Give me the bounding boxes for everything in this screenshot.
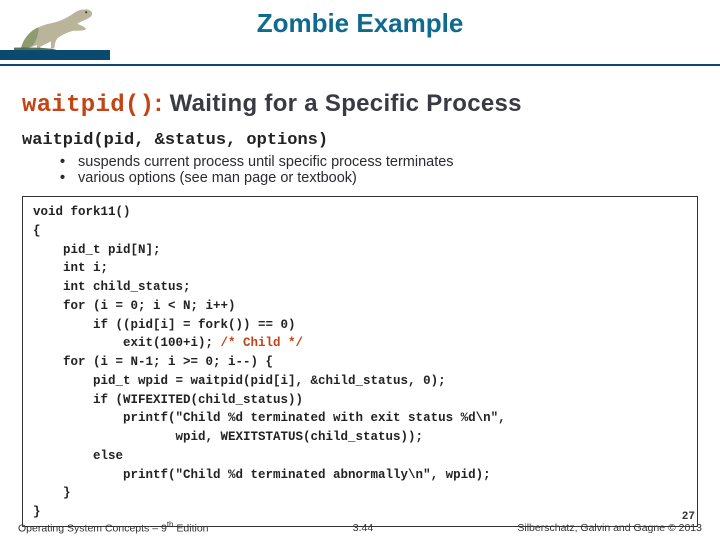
code-line: printf("Child %d terminated with exit st… xyxy=(33,411,506,425)
footer-left-b: Edition xyxy=(174,522,209,534)
slide-body: waitpid(): Waiting for a Specific Proces… xyxy=(0,66,720,527)
code-line: void fork11() xyxy=(33,205,131,219)
code-line: } xyxy=(33,505,41,519)
code-line: pid_t wpid = waitpid(pid[i], &child_stat… xyxy=(33,374,446,388)
code-block: void fork11() { pid_t pid[N]; int i; int… xyxy=(22,196,698,527)
code-line: pid_t pid[N]; xyxy=(33,243,161,257)
code-line: if ((pid[i] = fork()) == 0) xyxy=(33,318,296,332)
code-line: exit(100+i); xyxy=(33,336,221,350)
code-comment: /* Child */ xyxy=(221,336,304,350)
code-line: for (i = N-1; i >= 0; i--) { xyxy=(33,355,273,369)
code-line: } xyxy=(33,486,71,500)
code-line: if (WIFEXITED(child_status)) xyxy=(33,393,303,407)
code-line: { xyxy=(33,224,41,238)
bullet-item: various options (see man page or textboo… xyxy=(78,170,698,186)
code-line: int child_status; xyxy=(33,280,191,294)
code-line: printf("Child %d terminated abnormally\n… xyxy=(33,468,491,482)
dinosaur-logo xyxy=(14,4,102,54)
slide-footer: Operating System Concepts – 9th Edition … xyxy=(0,520,720,535)
heading-rest: Waiting for a Specific Process xyxy=(163,90,522,117)
footer-left-a: Operating System Concepts – 9 xyxy=(18,522,167,534)
footer-left: Operating System Concepts – 9th Edition xyxy=(18,520,209,535)
code-line: int i; xyxy=(33,261,108,275)
bullet-list: suspends current process until specific … xyxy=(22,154,698,186)
code-line: for (i = 0; i < N; i++) xyxy=(33,299,236,313)
section-heading: waitpid(): Waiting for a Specific Proces… xyxy=(22,90,698,119)
function-signature: waitpid(pid, &status, options) xyxy=(22,131,698,150)
heading-colon: : xyxy=(154,90,162,117)
slide-title: Zombie Example xyxy=(0,0,720,39)
slide-header: Zombie Example xyxy=(0,0,720,60)
page-number: 3.44 xyxy=(209,522,518,534)
code-line: wpid, WEXITSTATUS(child_status)); xyxy=(33,430,423,444)
footer-left-sup: th xyxy=(167,520,174,529)
footer-right: Silberschatz, Galvin and Gagne © 2013 xyxy=(517,522,702,534)
bullet-item: suspends current process until specific … xyxy=(78,154,698,170)
code-line: else xyxy=(33,449,123,463)
header-accent-bar xyxy=(0,50,110,60)
function-name: waitpid() xyxy=(22,92,154,119)
